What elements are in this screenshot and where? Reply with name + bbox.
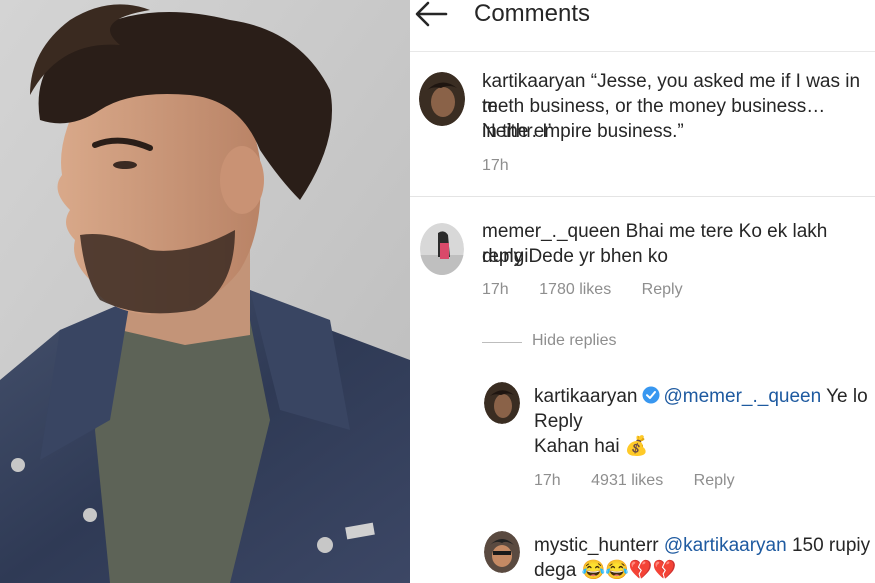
reply-button[interactable]: Reply: [694, 472, 735, 489]
mention-link[interactable]: @memer_._queen: [664, 386, 822, 407]
divider: [482, 342, 522, 343]
comment-time: 17h: [482, 157, 509, 174]
verified-badge-icon: [642, 386, 660, 404]
reply-meta: 17h 4931 likes Reply: [534, 471, 761, 491]
mention-link[interactable]: @kartikaaryan: [664, 535, 787, 556]
page-title: Comments: [474, 0, 591, 27]
reply-likes[interactable]: 4931 likes: [591, 472, 663, 489]
reply-text: Kahan hai 💰: [534, 436, 649, 457]
comments-panel: Comments kartikaaryan “Jesse, you asked …: [410, 0, 875, 583]
avatar[interactable]: [484, 531, 520, 573]
hide-replies-button[interactable]: Hide replies: [532, 332, 616, 350]
avatar[interactable]: [420, 223, 464, 275]
reply-text: kartikaaryan @memer_._queen Ye lo: [534, 384, 868, 409]
comment-username[interactable]: kartikaaryan: [482, 71, 586, 92]
reply-username[interactable]: mystic_hunterr: [534, 535, 659, 556]
portrait-photo: [0, 0, 410, 583]
arrow-left-icon[interactable]: [414, 0, 448, 28]
comment-meta: 17h 1780 likes Reply: [482, 280, 709, 300]
comment-username[interactable]: memer_._queen: [482, 221, 620, 242]
divider: [410, 196, 875, 197]
avatar[interactable]: [484, 382, 520, 424]
comments-header: Comments: [410, 0, 875, 52]
reply-text-line: Ye lo: [826, 386, 868, 407]
comment-meta: 17h: [482, 156, 535, 176]
reply-text-line: 150 rupiy: [791, 535, 871, 556]
comment-likes[interactable]: 1780 likes: [539, 281, 611, 298]
reply-text: Reply: [534, 411, 583, 432]
reply-text: dega 😂😂💔💔: [534, 560, 677, 581]
reply-username[interactable]: kartikaaryan: [534, 386, 638, 407]
reply-button[interactable]: Reply: [642, 281, 683, 298]
reply-time: 17h: [534, 472, 561, 489]
reply-text: mystic_hunterr @kartikaaryan 150 rupiy: [534, 533, 870, 558]
comment-text: in the empire business.”: [482, 121, 684, 142]
comment-text: reply Dede yr bhen ko: [482, 246, 668, 267]
comment-time: 17h: [482, 281, 509, 298]
avatar[interactable]: [419, 72, 465, 126]
